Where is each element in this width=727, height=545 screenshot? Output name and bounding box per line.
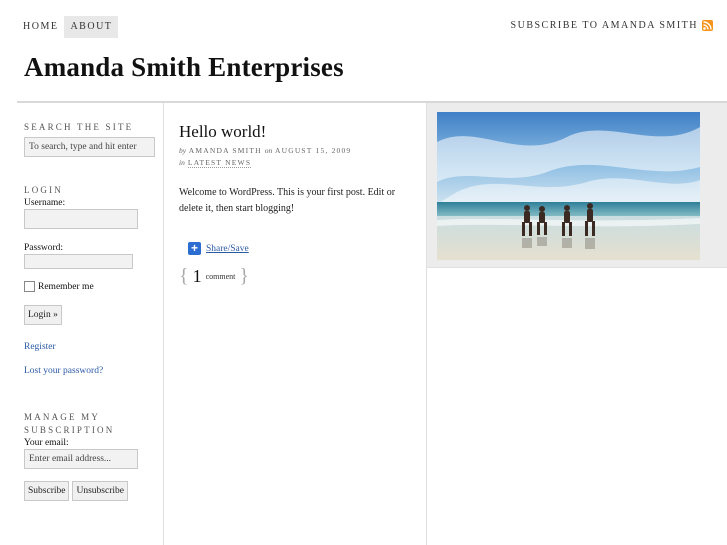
subscription-title-line1: Manage My (24, 412, 101, 422)
post-category[interactable]: LATEST NEWS (187, 158, 252, 168)
top-nav: HOME ABOUT (17, 16, 119, 38)
share-save-link[interactable]: Share/Save (206, 244, 249, 254)
column-divider (163, 103, 164, 545)
nav-about[interactable]: ABOUT (64, 16, 119, 38)
subscribe-button[interactable]: Subscribe (24, 481, 70, 501)
post-category-row: in LATEST NEWS (179, 157, 419, 169)
username-label: Username: (24, 198, 66, 208)
rss-feed-icon[interactable] (702, 20, 713, 31)
email-field[interactable]: Enter email address... (24, 449, 138, 469)
post-title[interactable]: Hello world! (179, 122, 419, 142)
username-field[interactable] (24, 209, 138, 229)
subscribe-label: SUBSCRIBE TO AMANDA SMITH (510, 20, 698, 31)
post-date: AUGUST 15, 2009 (274, 146, 352, 155)
password-field[interactable] (24, 254, 133, 269)
sidebar: Search the Site To search, type and hit … (24, 103, 159, 501)
post-meta: by AMANDA SMITH on AUGUST 15, 2009 (179, 145, 419, 157)
nav-home[interactable]: HOME (17, 16, 64, 38)
subscription-title-line2: Subscription (24, 425, 115, 435)
share-save[interactable]: + Share/Save (188, 242, 419, 255)
search-input[interactable]: To search, type and hit enter (24, 137, 155, 157)
left-brace: { (179, 265, 189, 287)
right-column-divider (427, 267, 727, 268)
lost-password-link[interactable]: Lost your password? (24, 366, 103, 376)
site-title[interactable]: Amanda Smith Enterprises (24, 52, 344, 83)
meta-on: on (264, 146, 273, 155)
comment-label[interactable]: comment (206, 272, 236, 281)
post-author[interactable]: AMANDA SMITH (189, 146, 262, 155)
remember-me-checkbox[interactable] (24, 281, 35, 292)
share-plus-icon[interactable]: + (188, 242, 201, 255)
password-label: Password: (24, 243, 64, 253)
beach-runners-photo (437, 112, 700, 260)
meta-in: in (179, 158, 185, 167)
login-widget-title: Login (24, 185, 63, 195)
post-body: Welcome to WordPress. This is your first… (179, 187, 396, 214)
email-label: Your email: (24, 438, 69, 448)
remember-me-row[interactable]: Remember me (24, 281, 159, 292)
remember-me-label: Remember me (38, 281, 94, 292)
right-brace: } (239, 265, 249, 287)
comment-count[interactable]: 1 (193, 266, 202, 287)
meta-by: by (179, 146, 187, 155)
subscribe-link[interactable]: SUBSCRIBE TO AMANDA SMITH (511, 20, 713, 31)
comments-link[interactable]: { 1 comment } (179, 265, 419, 288)
photo-frame (427, 103, 727, 267)
register-link[interactable]: Register (24, 342, 56, 352)
search-widget-title: Search the Site (24, 122, 134, 132)
post: Hello world! by AMANDA SMITH on AUGUST 1… (179, 103, 419, 288)
unsubscribe-button[interactable]: Unsubscribe (72, 481, 128, 501)
login-button[interactable]: Login » (24, 305, 62, 325)
subscription-widget-title: Manage My Subscription (24, 411, 159, 437)
